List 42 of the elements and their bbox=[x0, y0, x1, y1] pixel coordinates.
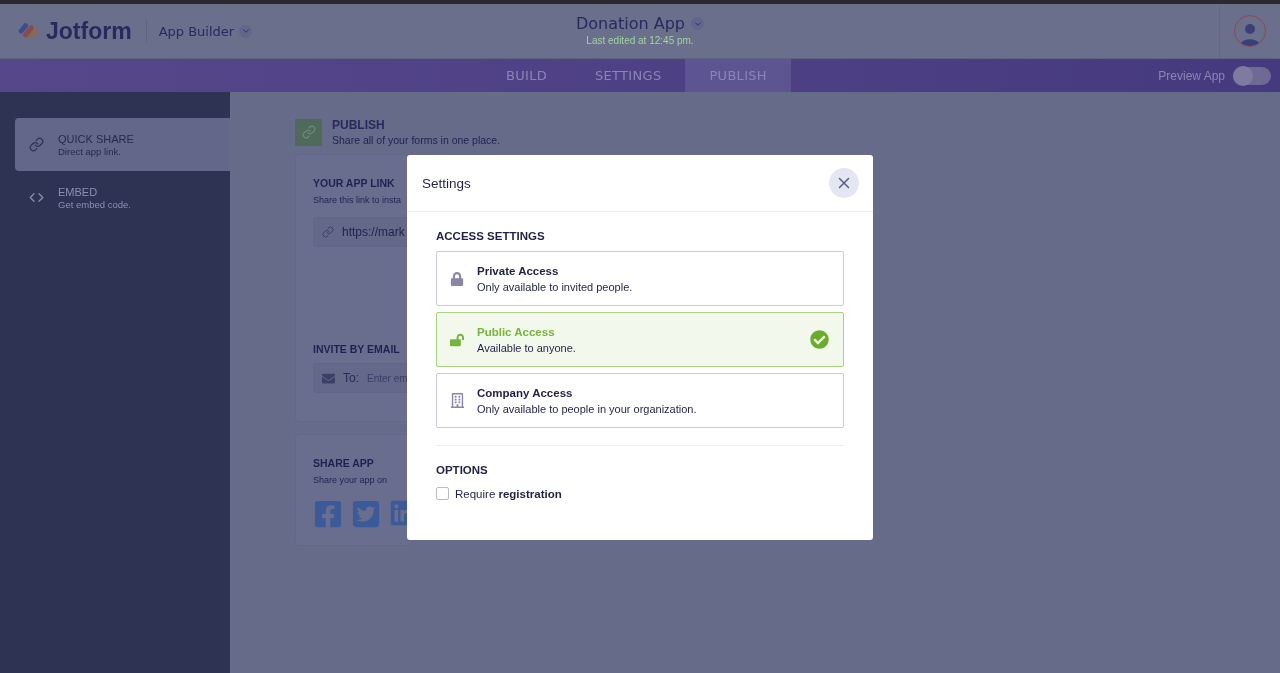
facebook-icon bbox=[313, 499, 343, 529]
card-description: Share this link to insta bbox=[313, 195, 402, 205]
lock-icon bbox=[450, 271, 464, 286]
building-icon bbox=[449, 393, 465, 408]
chevron-icon bbox=[239, 24, 253, 38]
nav-tab[interactable]: SETTINGS bbox=[571, 59, 686, 92]
preview-app-label: Preview App bbox=[1158, 68, 1225, 83]
code-icon bbox=[29, 190, 44, 205]
card-title: YOUR APP LINK bbox=[313, 177, 395, 189]
close-button[interactable] bbox=[829, 168, 859, 198]
last-edited-text: Last edited at 12:45 pm. bbox=[586, 35, 694, 46]
card-title: INVITE BY EMAIL bbox=[313, 343, 400, 355]
card-title: SHARE APP bbox=[313, 457, 374, 469]
nav-tab[interactable]: BUILD bbox=[482, 59, 572, 92]
app-builder-menu[interactable]: App Builder bbox=[158, 23, 253, 39]
checkbox[interactable] bbox=[436, 487, 449, 500]
twitter-icon bbox=[351, 499, 381, 529]
dialog-title: Settings bbox=[422, 175, 471, 191]
chevron-icon bbox=[691, 17, 704, 30]
preview-toggle[interactable] bbox=[1233, 66, 1271, 85]
section-title: PUBLISH bbox=[332, 118, 386, 132]
link-icon bbox=[322, 226, 334, 238]
sidebar-item[interactable]: EMBED Get embed code. bbox=[15, 171, 230, 224]
envelope-icon bbox=[322, 371, 335, 385]
link-icon bbox=[29, 137, 44, 152]
access-option[interactable]: Company Access Only available to people in your organization. bbox=[436, 373, 844, 428]
sidebar-item-title: EMBED bbox=[58, 185, 99, 198]
sidebar-item-title: QUICK SHARE bbox=[58, 132, 134, 145]
checkbox-label: Require registration bbox=[455, 487, 562, 500]
link-icon bbox=[295, 118, 322, 146]
sidebar-item-subtitle: Get embed code. bbox=[58, 198, 131, 210]
section-heading: OPTIONS bbox=[436, 464, 489, 476]
section-heading: ACCESS SETTINGS bbox=[436, 230, 546, 242]
open-lock-icon bbox=[450, 332, 464, 347]
card-description: Share your app on bbox=[313, 475, 388, 485]
app-title-menu[interactable]: Donation App bbox=[575, 14, 704, 33]
url-field[interactable]: https://mark bbox=[313, 217, 407, 247]
logo-text: Jotform bbox=[46, 17, 132, 45]
access-option[interactable]: Private Access Only available to invited people. bbox=[436, 251, 844, 306]
avatar[interactable] bbox=[1234, 15, 1266, 47]
section-subtitle: Share all of your forms in one place. bbox=[332, 134, 501, 146]
access-option[interactable]: Public Access Available to anyone. bbox=[436, 312, 844, 367]
